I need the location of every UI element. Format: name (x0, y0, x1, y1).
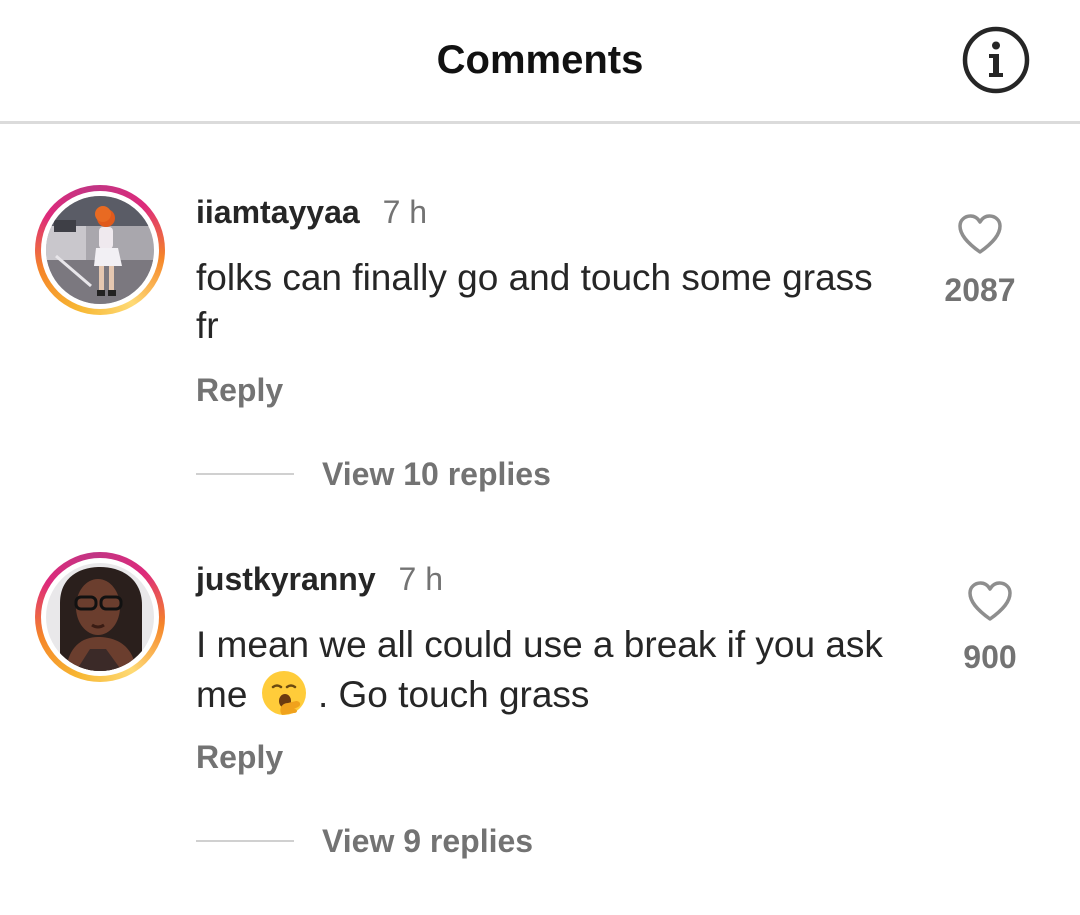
comment-username[interactable]: justkyranny (196, 561, 376, 597)
yawning-face-emoji (260, 669, 308, 717)
comment-text: folks can finally go and touch some gras… (196, 257, 873, 346)
reply-button[interactable]: Reply (196, 739, 283, 776)
comment-timestamp: 7 h (382, 194, 428, 230)
comment-text-part: . Go touch grass (317, 674, 590, 715)
heart-icon (968, 581, 1012, 621)
like-count: 2087 (944, 272, 1016, 308)
info-icon (962, 26, 1030, 94)
view-replies-button[interactable]: View 9 replies (322, 823, 533, 860)
user-photo-standing (46, 196, 154, 304)
page-title: Comments (436, 38, 644, 82)
info-button[interactable] (962, 26, 1030, 94)
avatar[interactable] (35, 185, 165, 315)
replies-divider (196, 473, 294, 475)
like-button[interactable] (966, 579, 1014, 623)
comment-item: iiamtayyaa 7 h folks can finally go and … (0, 150, 1080, 492)
user-photo-portrait (46, 563, 154, 671)
comment-item: justkyranny 7 h I mean we all could use … (0, 517, 1080, 859)
comment-text: I mean we all could use a break if you a… (196, 621, 896, 719)
comments-header: Comments (0, 0, 1080, 124)
comment-username[interactable]: iiamtayyaa (196, 194, 360, 230)
heart-icon (958, 214, 1002, 254)
like-count: 900 (963, 639, 1017, 675)
reply-button[interactable]: Reply (196, 372, 283, 409)
avatar[interactable] (35, 552, 165, 682)
replies-divider (196, 840, 294, 842)
like-button[interactable] (956, 212, 1004, 256)
view-replies-button[interactable]: View 10 replies (322, 456, 551, 493)
comment-timestamp: 7 h (398, 561, 443, 597)
